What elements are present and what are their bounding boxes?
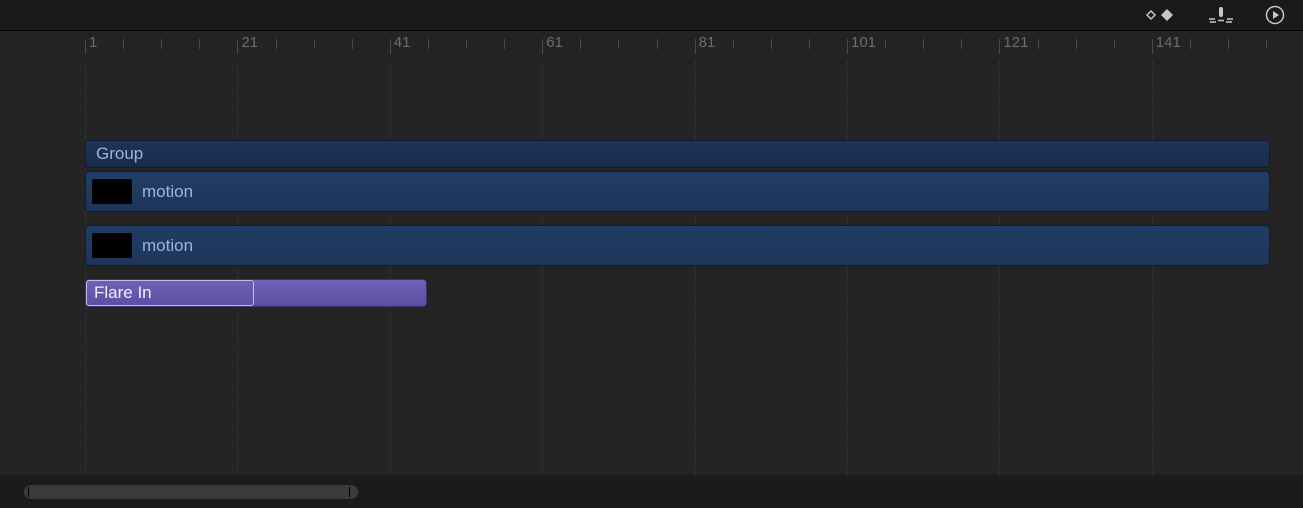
layer-clip[interactable]: motion bbox=[85, 225, 1270, 266]
behavior-bar[interactable]: Flare In bbox=[85, 279, 427, 307]
timeline-ruler[interactable]: 121416181101121141 bbox=[0, 31, 1303, 61]
group-label: Group bbox=[96, 144, 143, 163]
ruler-label: 1 bbox=[89, 34, 97, 51]
ruler-label: 141 bbox=[1156, 34, 1181, 51]
clip-thumbnail bbox=[92, 233, 132, 258]
ruler-label: 41 bbox=[394, 34, 411, 51]
keyframe-icon[interactable] bbox=[1141, 7, 1177, 23]
ruler-label: 101 bbox=[851, 34, 876, 51]
group-track[interactable]: Group bbox=[85, 140, 1270, 168]
clip-thumbnail bbox=[92, 179, 132, 204]
ruler-label: 61 bbox=[546, 34, 563, 51]
timeline-body: 121416181101121141 Group motion motion F… bbox=[0, 31, 1303, 475]
ruler-label: 81 bbox=[699, 34, 716, 51]
layer-clip[interactable]: motion bbox=[85, 171, 1270, 212]
horizontal-scrollbar[interactable] bbox=[24, 485, 358, 499]
ruler-label: 21 bbox=[241, 34, 258, 51]
timeline-toolbar bbox=[0, 0, 1303, 31]
behavior-label: Flare In bbox=[94, 283, 152, 302]
clip-label: motion bbox=[142, 182, 193, 202]
play-icon[interactable] bbox=[1265, 5, 1285, 25]
timeline-scroll-area bbox=[0, 475, 1303, 508]
clip-label: motion bbox=[142, 236, 193, 256]
snapping-icon[interactable] bbox=[1207, 6, 1235, 24]
ruler-label: 121 bbox=[1003, 34, 1028, 51]
